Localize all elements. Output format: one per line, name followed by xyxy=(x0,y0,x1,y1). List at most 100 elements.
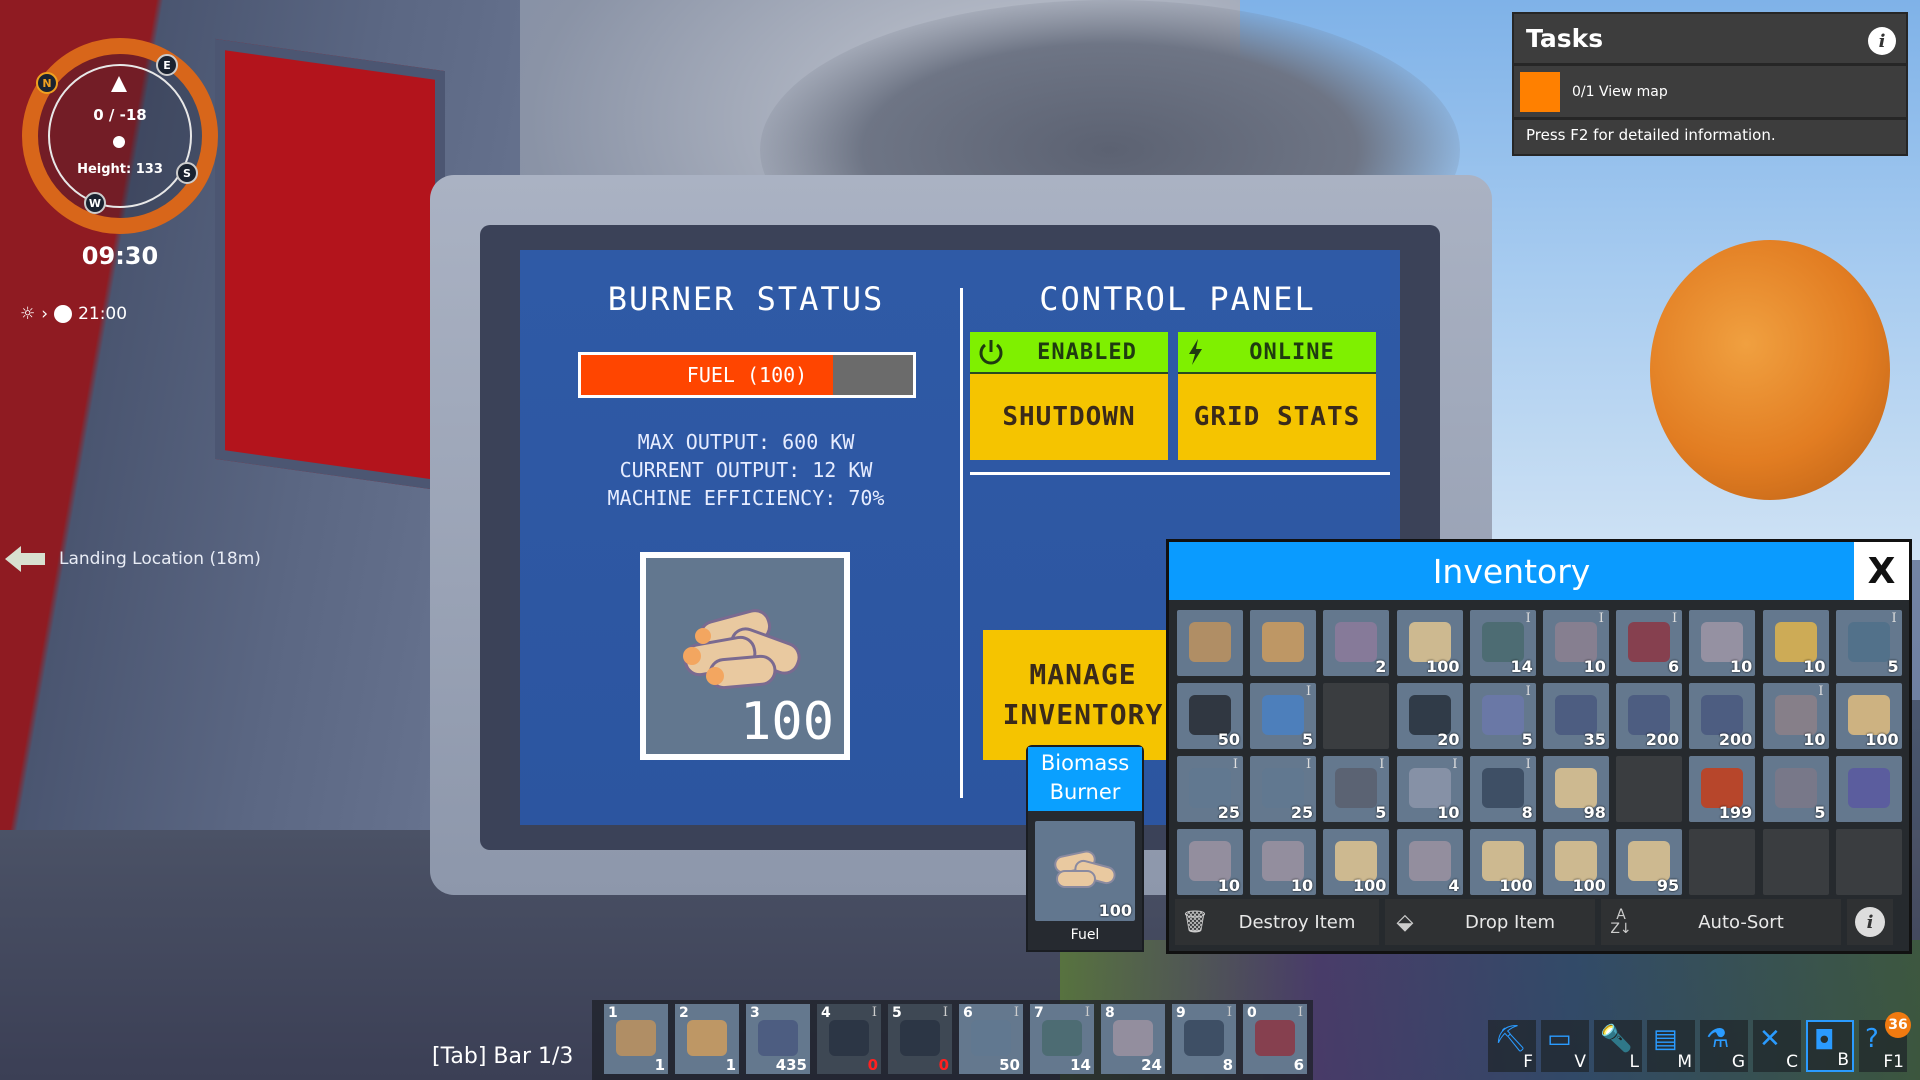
item-icon xyxy=(1408,841,1451,881)
inventory-slot[interactable]: 10 xyxy=(1250,829,1317,895)
destroy-item-button[interactable]: 🗑 Destroy Item xyxy=(1175,899,1379,945)
item-icon xyxy=(758,1020,798,1056)
machine-fuel-label: Fuel xyxy=(1070,927,1100,943)
machine-efficiency: MACHINE EFFICIENCY: 70% xyxy=(607,486,885,510)
inventory-slot[interactable]: 10 xyxy=(1177,829,1243,895)
tool-button-f1[interactable]: ? F1 36 xyxy=(1859,1012,1911,1072)
inventory-slot[interactable]: 100 xyxy=(1396,610,1463,676)
machine-fuel-slot[interactable]: 100 xyxy=(1035,821,1135,921)
item-count: 0 xyxy=(867,1056,878,1074)
inventory-slot[interactable]: 100 xyxy=(1542,829,1609,895)
hotbar-slot[interactable]: 5 I 0 xyxy=(888,1004,952,1074)
inventory-slot[interactable]: 100 xyxy=(1323,829,1390,895)
inventory-slot[interactable] xyxy=(1177,610,1243,676)
inventory-slot[interactable]: I 14 xyxy=(1469,610,1536,676)
item-count: 6 xyxy=(1667,657,1680,676)
inventory-slot[interactable]: I5 xyxy=(1323,756,1390,822)
item-count: 2 xyxy=(1375,657,1387,676)
shutdown-button[interactable]: SHUTDOWN xyxy=(970,374,1168,460)
item-count: 50 xyxy=(1217,730,1240,749)
item-icon xyxy=(1774,622,1817,662)
inventory-slot-empty[interactable] xyxy=(1762,829,1829,895)
inventory-slot[interactable] xyxy=(1835,756,1902,822)
red-panel xyxy=(215,38,445,492)
control-divider xyxy=(970,472,1390,475)
hotbar-slot[interactable]: 9 I 8 xyxy=(1172,1004,1236,1074)
hotbar-key: 7 xyxy=(1034,1005,1044,1021)
inventory-slot[interactable]: 50 xyxy=(1177,683,1243,749)
close-button[interactable]: X xyxy=(1854,542,1909,600)
tool-button-b[interactable]: ◘ B xyxy=(1806,1020,1854,1072)
auto-sort-label: Auto-Sort xyxy=(1698,911,1784,933)
inventory-slot[interactable]: 199 xyxy=(1689,756,1756,822)
inventory-slot[interactable]: I 10 xyxy=(1762,683,1829,749)
hotbar-slot[interactable]: 2 1 xyxy=(675,1004,739,1074)
grid-toggle[interactable]: ONLINE GRID STATS xyxy=(1178,332,1376,460)
tool-hotkey: B xyxy=(1837,1050,1849,1070)
inventory-slot[interactable]: I 10 xyxy=(1396,756,1463,822)
tool-button-f[interactable]: ⛏ F xyxy=(1488,1020,1536,1072)
enable-toggle[interactable]: ENABLED SHUTDOWN xyxy=(970,332,1168,460)
tool-button-g[interactable]: ⚗ G xyxy=(1700,1020,1748,1072)
tool-button-c[interactable]: ✕ C xyxy=(1753,1020,1801,1072)
manage-inventory-button[interactable]: MANAGE INVENTORY xyxy=(983,630,1183,760)
inventory-slot[interactable] xyxy=(1250,610,1317,676)
info-icon[interactable]: i xyxy=(1868,27,1896,55)
inventory-info-button[interactable]: i xyxy=(1847,899,1893,945)
grid-stats-button[interactable]: GRID STATS xyxy=(1178,374,1376,460)
inventory-slot[interactable]: 98 xyxy=(1542,756,1609,822)
inventory-slot[interactable]: 200 xyxy=(1689,683,1756,749)
inventory-slot[interactable]: 100 xyxy=(1835,683,1902,749)
inventory-slot[interactable]: I5 xyxy=(1250,683,1317,749)
tool-hotkey: L xyxy=(1629,1052,1639,1072)
flashlight-icon: 🔦 xyxy=(1600,1024,1633,1054)
inventory-slot-empty[interactable] xyxy=(1689,829,1756,895)
hotbar-slot[interactable]: 0 I 6 xyxy=(1243,1004,1307,1074)
item-icon xyxy=(616,1020,656,1056)
hotbar-slot[interactable]: 6 I 50 xyxy=(959,1004,1023,1074)
inventory-slot-empty[interactable] xyxy=(1835,829,1902,895)
inventory-slot[interactable]: I6 xyxy=(1616,610,1683,676)
inventory-slot[interactable]: I 10 xyxy=(1542,610,1609,676)
inventory-slot[interactable]: 4 xyxy=(1396,829,1463,895)
inventory-slot[interactable]: I8 xyxy=(1469,756,1536,822)
tool-button-m[interactable]: ▤ M xyxy=(1647,1020,1695,1072)
inventory-slot[interactable]: 10 xyxy=(1762,610,1829,676)
item-count: 100 xyxy=(1352,876,1387,895)
inventory-slot[interactable]: I 25 xyxy=(1250,756,1317,822)
item-icon xyxy=(900,1020,940,1056)
inventory-slot[interactable]: I5 xyxy=(1469,683,1536,749)
fuel-slot[interactable]: 100 xyxy=(640,552,850,760)
inventory-slot[interactable]: 200 xyxy=(1616,683,1683,749)
inventory-slot[interactable]: 5 xyxy=(1762,756,1829,822)
inventory-slot[interactable]: 35 xyxy=(1542,683,1609,749)
item-icon xyxy=(1701,768,1744,808)
drop-item-button[interactable]: ⬙ Drop Item xyxy=(1385,899,1595,945)
hotbar-slot[interactable]: 4 I 0 xyxy=(817,1004,881,1074)
inventory-slot[interactable]: 100 xyxy=(1469,829,1536,895)
tool-button-v[interactable]: ▭ V xyxy=(1541,1020,1589,1072)
inventory-slot[interactable]: 10 xyxy=(1689,610,1756,676)
inventory-slot[interactable]: I 25 xyxy=(1177,756,1243,822)
item-icon xyxy=(1189,695,1231,735)
info-icon: i xyxy=(1855,907,1885,937)
inventory-slot[interactable]: I5 xyxy=(1835,610,1902,676)
hotbar-slot[interactable]: 8 24 xyxy=(1101,1004,1165,1074)
item-icon xyxy=(1847,695,1890,735)
tier-badge: I xyxy=(1671,611,1678,626)
auto-sort-button[interactable]: A Z↓ Auto-Sort xyxy=(1601,899,1841,945)
hotbar-slot[interactable]: 1 1 xyxy=(604,1004,668,1074)
tool-button-l[interactable]: 🔦 L xyxy=(1594,1020,1642,1072)
item-icon xyxy=(1189,841,1231,881)
tool-hotkey: C xyxy=(1786,1052,1798,1072)
inventory-slot[interactable]: 95 xyxy=(1616,829,1683,895)
inventory-slot-empty[interactable] xyxy=(1323,683,1390,749)
inventory-slot[interactable]: 2 xyxy=(1323,610,1390,676)
build-excavator-icon: ⛏ xyxy=(1494,1024,1528,1054)
item-icon xyxy=(1554,841,1597,881)
inventory-slot[interactable]: 20 xyxy=(1396,683,1463,749)
hotbar-slot[interactable]: 7 I 14 xyxy=(1030,1004,1094,1074)
inventory-slot-empty[interactable] xyxy=(1616,756,1683,822)
item-icon xyxy=(1113,1020,1153,1056)
hotbar-slot[interactable]: 3 435 xyxy=(746,1004,810,1074)
